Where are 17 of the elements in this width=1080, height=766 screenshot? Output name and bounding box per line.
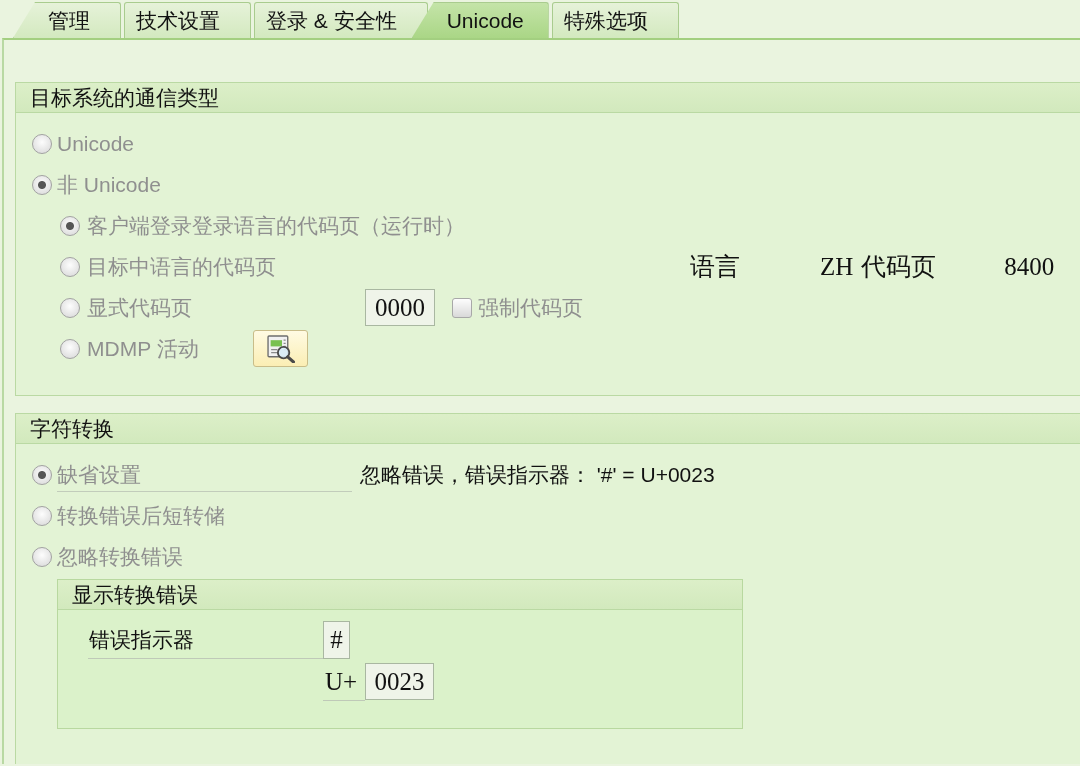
tab[interactable]: Unicode [411,2,549,38]
input-field[interactable]: 0023 [365,663,434,700]
group-header: 目标系统的通信类型 [16,83,1080,113]
group-header: 字符转换 [16,414,1080,444]
group-header: 显示转换错误 [58,580,742,610]
details-button[interactable] [253,330,308,367]
tab[interactable]: 登录 & 安全性 [254,2,428,38]
tab[interactable]: 特殊选项 [551,2,679,38]
code-page-value: 8400 [1004,252,1055,281]
tab[interactable]: 管理 [13,2,121,38]
info-text: 忽略错误，错误指示器： '#' = U+0023 [360,461,715,488]
language-value: ZH [820,252,854,281]
input-field[interactable]: # [323,621,350,659]
document-search-icon [266,334,295,363]
language-label: 语言 [690,252,741,282]
tab[interactable]: 技术设置 [124,2,251,38]
code-page-label: 代码页 [861,252,938,282]
